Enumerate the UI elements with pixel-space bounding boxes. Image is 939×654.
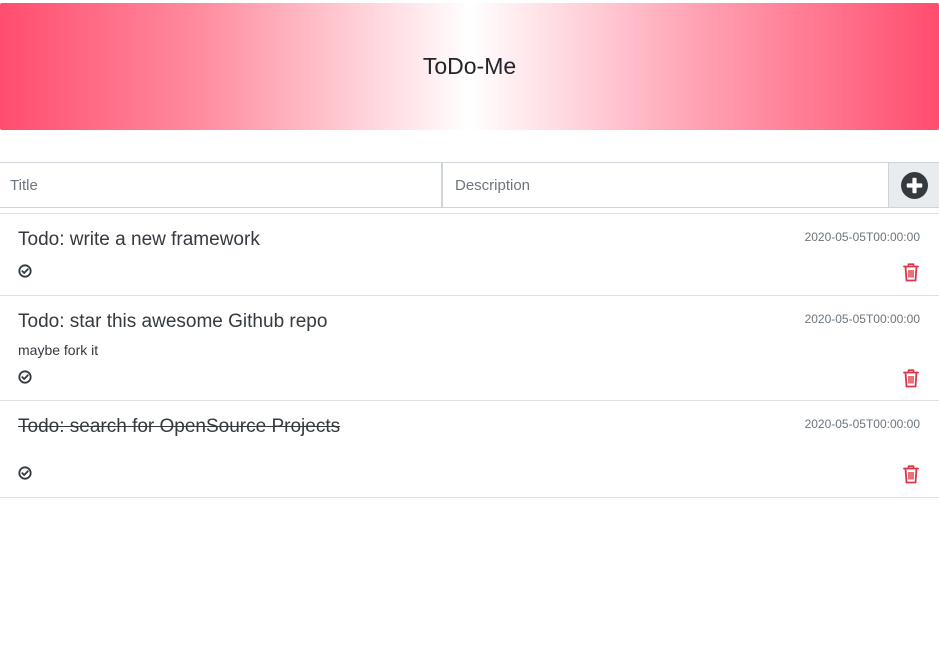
add-todo-button[interactable] — [888, 163, 939, 207]
new-todo-form — [0, 162, 939, 208]
todo-title: Todo: write a new framework — [18, 229, 260, 250]
todo-list: Todo: write a new framework 2020-05-05T0… — [0, 213, 939, 498]
description-input[interactable] — [443, 163, 888, 207]
todo-title: Todo: search for OpenSource Projects — [18, 416, 341, 437]
todo-item: Todo: search for OpenSource Projects 202… — [0, 401, 939, 498]
todo-description: maybe fork it — [18, 342, 99, 358]
check-circle-icon[interactable] — [18, 370, 32, 384]
todo-item: Todo: write a new framework 2020-05-05T0… — [0, 214, 939, 296]
todo-date: 2020-05-05T00:00:00 — [804, 417, 920, 431]
check-circle-icon[interactable] — [18, 466, 32, 480]
todo-item: Todo: star this awesome Github repo mayb… — [0, 296, 939, 401]
todo-title: Todo: star this awesome Github repo — [18, 311, 328, 332]
title-input[interactable] — [0, 163, 443, 207]
check-circle-icon[interactable] — [18, 264, 32, 278]
app-title: ToDo-Me — [422, 53, 517, 79]
trash-icon[interactable] — [902, 262, 920, 282]
todo-date: 2020-05-05T00:00:00 — [804, 312, 920, 326]
trash-icon[interactable] — [902, 368, 920, 388]
trash-icon[interactable] — [902, 464, 920, 484]
plus-circle-icon — [900, 171, 928, 199]
app-header: ToDo-Me — [0, 3, 939, 130]
todo-date: 2020-05-05T00:00:00 — [804, 230, 920, 244]
